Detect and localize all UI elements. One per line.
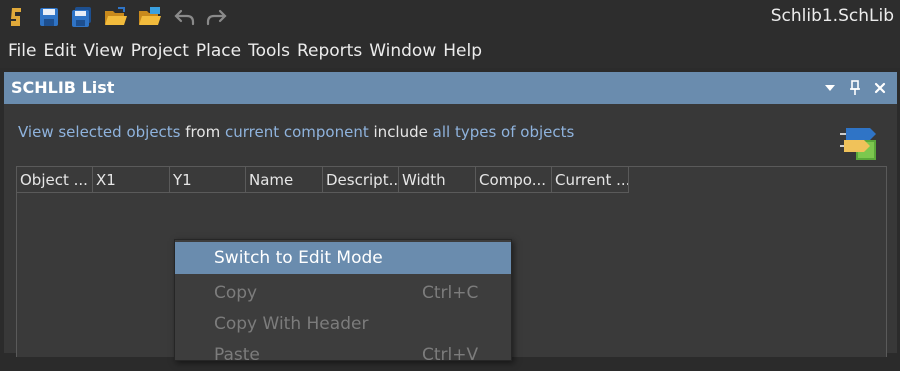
title-bar: Schlib1.SchLib bbox=[0, 0, 900, 34]
menu-item-paste[interactable]: Paste Ctrl+V bbox=[175, 339, 511, 371]
menu-reports[interactable]: Reports bbox=[289, 41, 362, 61]
menu-view[interactable]: View bbox=[75, 41, 123, 61]
menu-file[interactable]: File bbox=[0, 41, 36, 61]
component-icon bbox=[840, 118, 882, 168]
column-header-name[interactable]: Name bbox=[246, 167, 323, 193]
column-header-description[interactable]: Descript... bbox=[323, 167, 399, 193]
panel-header: SCHLIB List bbox=[4, 72, 897, 104]
menu-item-copy-with-header[interactable]: Copy With Header bbox=[175, 308, 511, 340]
column-header-current[interactable]: Current ... bbox=[552, 167, 629, 193]
app-logo-icon[interactable] bbox=[4, 4, 30, 30]
filter-text-include: include bbox=[373, 123, 428, 141]
column-header-y1[interactable]: Y1 bbox=[170, 167, 246, 193]
column-header-width[interactable]: Width bbox=[399, 167, 476, 193]
grid-header: Object ... X1 Y1 Name Descript... Width … bbox=[17, 167, 629, 193]
window-title: Schlib1.SchLib bbox=[770, 6, 894, 26]
open-folder-icon[interactable] bbox=[103, 4, 129, 30]
column-header-x1[interactable]: X1 bbox=[93, 167, 170, 193]
menu-project[interactable]: Project bbox=[123, 41, 189, 61]
open-project-icon[interactable] bbox=[137, 4, 163, 30]
menu-help[interactable]: Help bbox=[435, 41, 482, 61]
menu-tools[interactable]: Tools bbox=[240, 41, 290, 61]
menu-item-label: Switch to Edit Mode bbox=[214, 248, 383, 268]
panel-title: SCHLIB List bbox=[11, 78, 115, 97]
component-scope-link[interactable]: current component bbox=[225, 123, 369, 141]
menu-window[interactable]: Window bbox=[361, 41, 436, 61]
redo-icon[interactable] bbox=[203, 4, 229, 30]
menu-item-switch-to-edit-mode[interactable]: Switch to Edit Mode bbox=[175, 242, 511, 274]
menu-place[interactable]: Place bbox=[188, 41, 241, 61]
view-scope-link[interactable]: View selected objects bbox=[18, 123, 181, 141]
menu-bar: File Edit View Project Place Tools Repor… bbox=[0, 34, 900, 68]
filter-line: View selected objects from current compo… bbox=[18, 123, 574, 141]
menu-item-label: Copy bbox=[214, 283, 258, 303]
column-header-component[interactable]: Compo... bbox=[476, 167, 552, 193]
menu-item-shortcut: Ctrl+V bbox=[422, 345, 479, 365]
menu-item-copy[interactable]: Copy Ctrl+C bbox=[175, 277, 511, 309]
menu-edit[interactable]: Edit bbox=[35, 41, 76, 61]
menu-item-label: Paste bbox=[214, 345, 260, 365]
menu-item-shortcut: Ctrl+C bbox=[422, 283, 479, 303]
save-all-icon[interactable] bbox=[69, 4, 95, 30]
filter-text-from: from bbox=[185, 123, 221, 141]
context-menu: Switch to Edit Mode Copy Ctrl+C Copy Wit… bbox=[174, 239, 512, 365]
pin-icon[interactable] bbox=[846, 78, 864, 98]
close-icon[interactable] bbox=[871, 78, 889, 98]
column-header-object-kind[interactable]: Object ... bbox=[17, 167, 93, 193]
menu-item-label: Copy With Header bbox=[214, 314, 369, 334]
undo-icon[interactable] bbox=[172, 4, 198, 30]
panel-menu-dropdown-icon[interactable] bbox=[821, 78, 839, 98]
object-types-link[interactable]: all types of objects bbox=[433, 123, 575, 141]
save-icon[interactable] bbox=[36, 4, 62, 30]
